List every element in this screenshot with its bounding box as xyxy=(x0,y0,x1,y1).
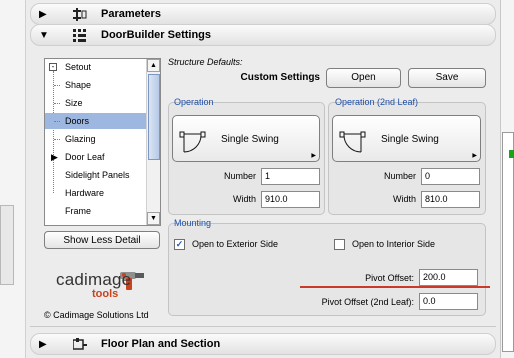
tree-connector xyxy=(54,85,60,86)
swing-label: Single Swing xyxy=(221,134,279,145)
tree-connector xyxy=(54,103,60,104)
tree-connector xyxy=(54,121,60,122)
right-green-marker xyxy=(509,150,514,158)
section-header-doorbuilder[interactable]: ▼ DoorBuilder Settings xyxy=(30,24,496,46)
tree-item-door-leaf[interactable]: ▶ Door Leaf xyxy=(45,149,146,165)
open-button[interactable]: Open xyxy=(326,68,401,88)
tree-item-setout[interactable]: - Setout xyxy=(45,59,146,75)
collapsed-arrow-icon: ▶ xyxy=(39,339,47,350)
scroll-down-arrow-icon[interactable]: ▼ xyxy=(147,212,160,225)
collapsed-arrow-icon: ▶ xyxy=(39,9,47,20)
tree-item-doors[interactable]: Doors xyxy=(45,113,146,129)
dropdown-arrow-icon: ▶ xyxy=(311,153,316,159)
operation-swing-selector[interactable]: Single Swing ▶ xyxy=(172,115,320,162)
structure-defaults-label: Structure Defaults: xyxy=(168,57,243,67)
expanded-arrow-icon: ▼ xyxy=(39,30,49,41)
single-swing-icon xyxy=(179,131,206,153)
open-exterior-label: Open to Exterior Side xyxy=(192,239,279,249)
cadimage-logo: cadimage xyxy=(56,270,132,289)
width-label: Width xyxy=(392,194,416,204)
width-field[interactable]: 910.0 xyxy=(261,191,320,208)
tree-item-shape[interactable]: Shape xyxy=(45,77,146,93)
copyright-text: © Cadimage Solutions Ltd xyxy=(44,310,149,320)
tree-item-sidelight-panels[interactable]: Sidelight Panels xyxy=(45,167,146,183)
tree-item-size[interactable]: Size xyxy=(45,95,146,111)
operation-2nd-leaf-swing-selector[interactable]: Single Swing ▶ xyxy=(332,115,481,162)
save-button[interactable]: Save xyxy=(408,68,486,88)
tree-item-glazing[interactable]: Glazing xyxy=(45,131,146,147)
number-label: Number xyxy=(223,171,256,181)
operation-2nd-leaf-title: Operation (2nd Leaf) xyxy=(335,97,419,107)
scrollbar-thumb[interactable] xyxy=(148,74,160,160)
divider xyxy=(30,326,496,327)
left-background-panel xyxy=(0,205,14,285)
mounting-group-title: Mounting xyxy=(174,218,212,228)
collapse-icon[interactable]: - xyxy=(49,63,57,71)
section-header-floor-plan[interactable]: ▶ Floor Plan and Section xyxy=(30,333,496,355)
section-header-parameters[interactable]: ▶ Parameters xyxy=(30,3,496,25)
number-field-2nd-leaf[interactable]: 0 xyxy=(421,168,480,185)
right-background-panel xyxy=(502,132,514,352)
highlight-underline xyxy=(300,286,490,288)
width-field-2nd-leaf[interactable]: 810.0 xyxy=(421,191,480,208)
pivot-offset-label: Pivot Offset: xyxy=(365,273,414,283)
open-exterior-checkbox[interactable]: ✓ xyxy=(174,239,185,250)
operation-group-title: Operation xyxy=(174,97,214,107)
number-label: Number xyxy=(383,171,416,181)
width-label: Width xyxy=(232,194,256,204)
single-swing-icon xyxy=(339,131,366,153)
section-title: Floor Plan and Section xyxy=(101,338,221,350)
section-title: Parameters xyxy=(101,8,161,20)
floor-plan-icon xyxy=(73,338,87,350)
tools-logo: tools xyxy=(92,288,119,300)
tree-item-frame[interactable]: Frame xyxy=(45,203,146,219)
pivot-offset-field[interactable]: 200.0 xyxy=(419,269,478,286)
tree-scrollbar[interactable]: ▲ ▼ xyxy=(146,59,160,225)
expand-arrow-icon[interactable]: ▶ xyxy=(51,149,58,165)
section-title: DoorBuilder Settings xyxy=(101,29,212,41)
tree-connector xyxy=(54,139,60,140)
number-field[interactable]: 1 xyxy=(261,168,320,185)
show-less-detail-button[interactable]: Show Less Detail xyxy=(44,231,160,249)
tree-item-hardware[interactable]: Hardware xyxy=(45,185,146,201)
dropdown-arrow-icon: ▶ xyxy=(472,153,477,159)
open-interior-label: Open to Interior Side xyxy=(352,239,436,249)
doorbuilder-icon xyxy=(73,29,86,42)
pivot-offset-2nd-leaf-field[interactable]: 0.0 xyxy=(419,293,478,310)
settings-tree: - Setout Shape Size Doors Glazing ▶ Door… xyxy=(44,58,161,226)
swing-label: Single Swing xyxy=(381,134,439,145)
pivot-offset-2nd-leaf-label: Pivot Offset (2nd Leaf): xyxy=(321,297,414,307)
custom-settings-label: Custom Settings xyxy=(240,72,320,83)
left-background-strip xyxy=(0,0,26,358)
open-interior-checkbox[interactable] xyxy=(334,239,345,250)
scroll-up-arrow-icon[interactable]: ▲ xyxy=(147,59,160,72)
parameters-icon xyxy=(73,8,87,21)
